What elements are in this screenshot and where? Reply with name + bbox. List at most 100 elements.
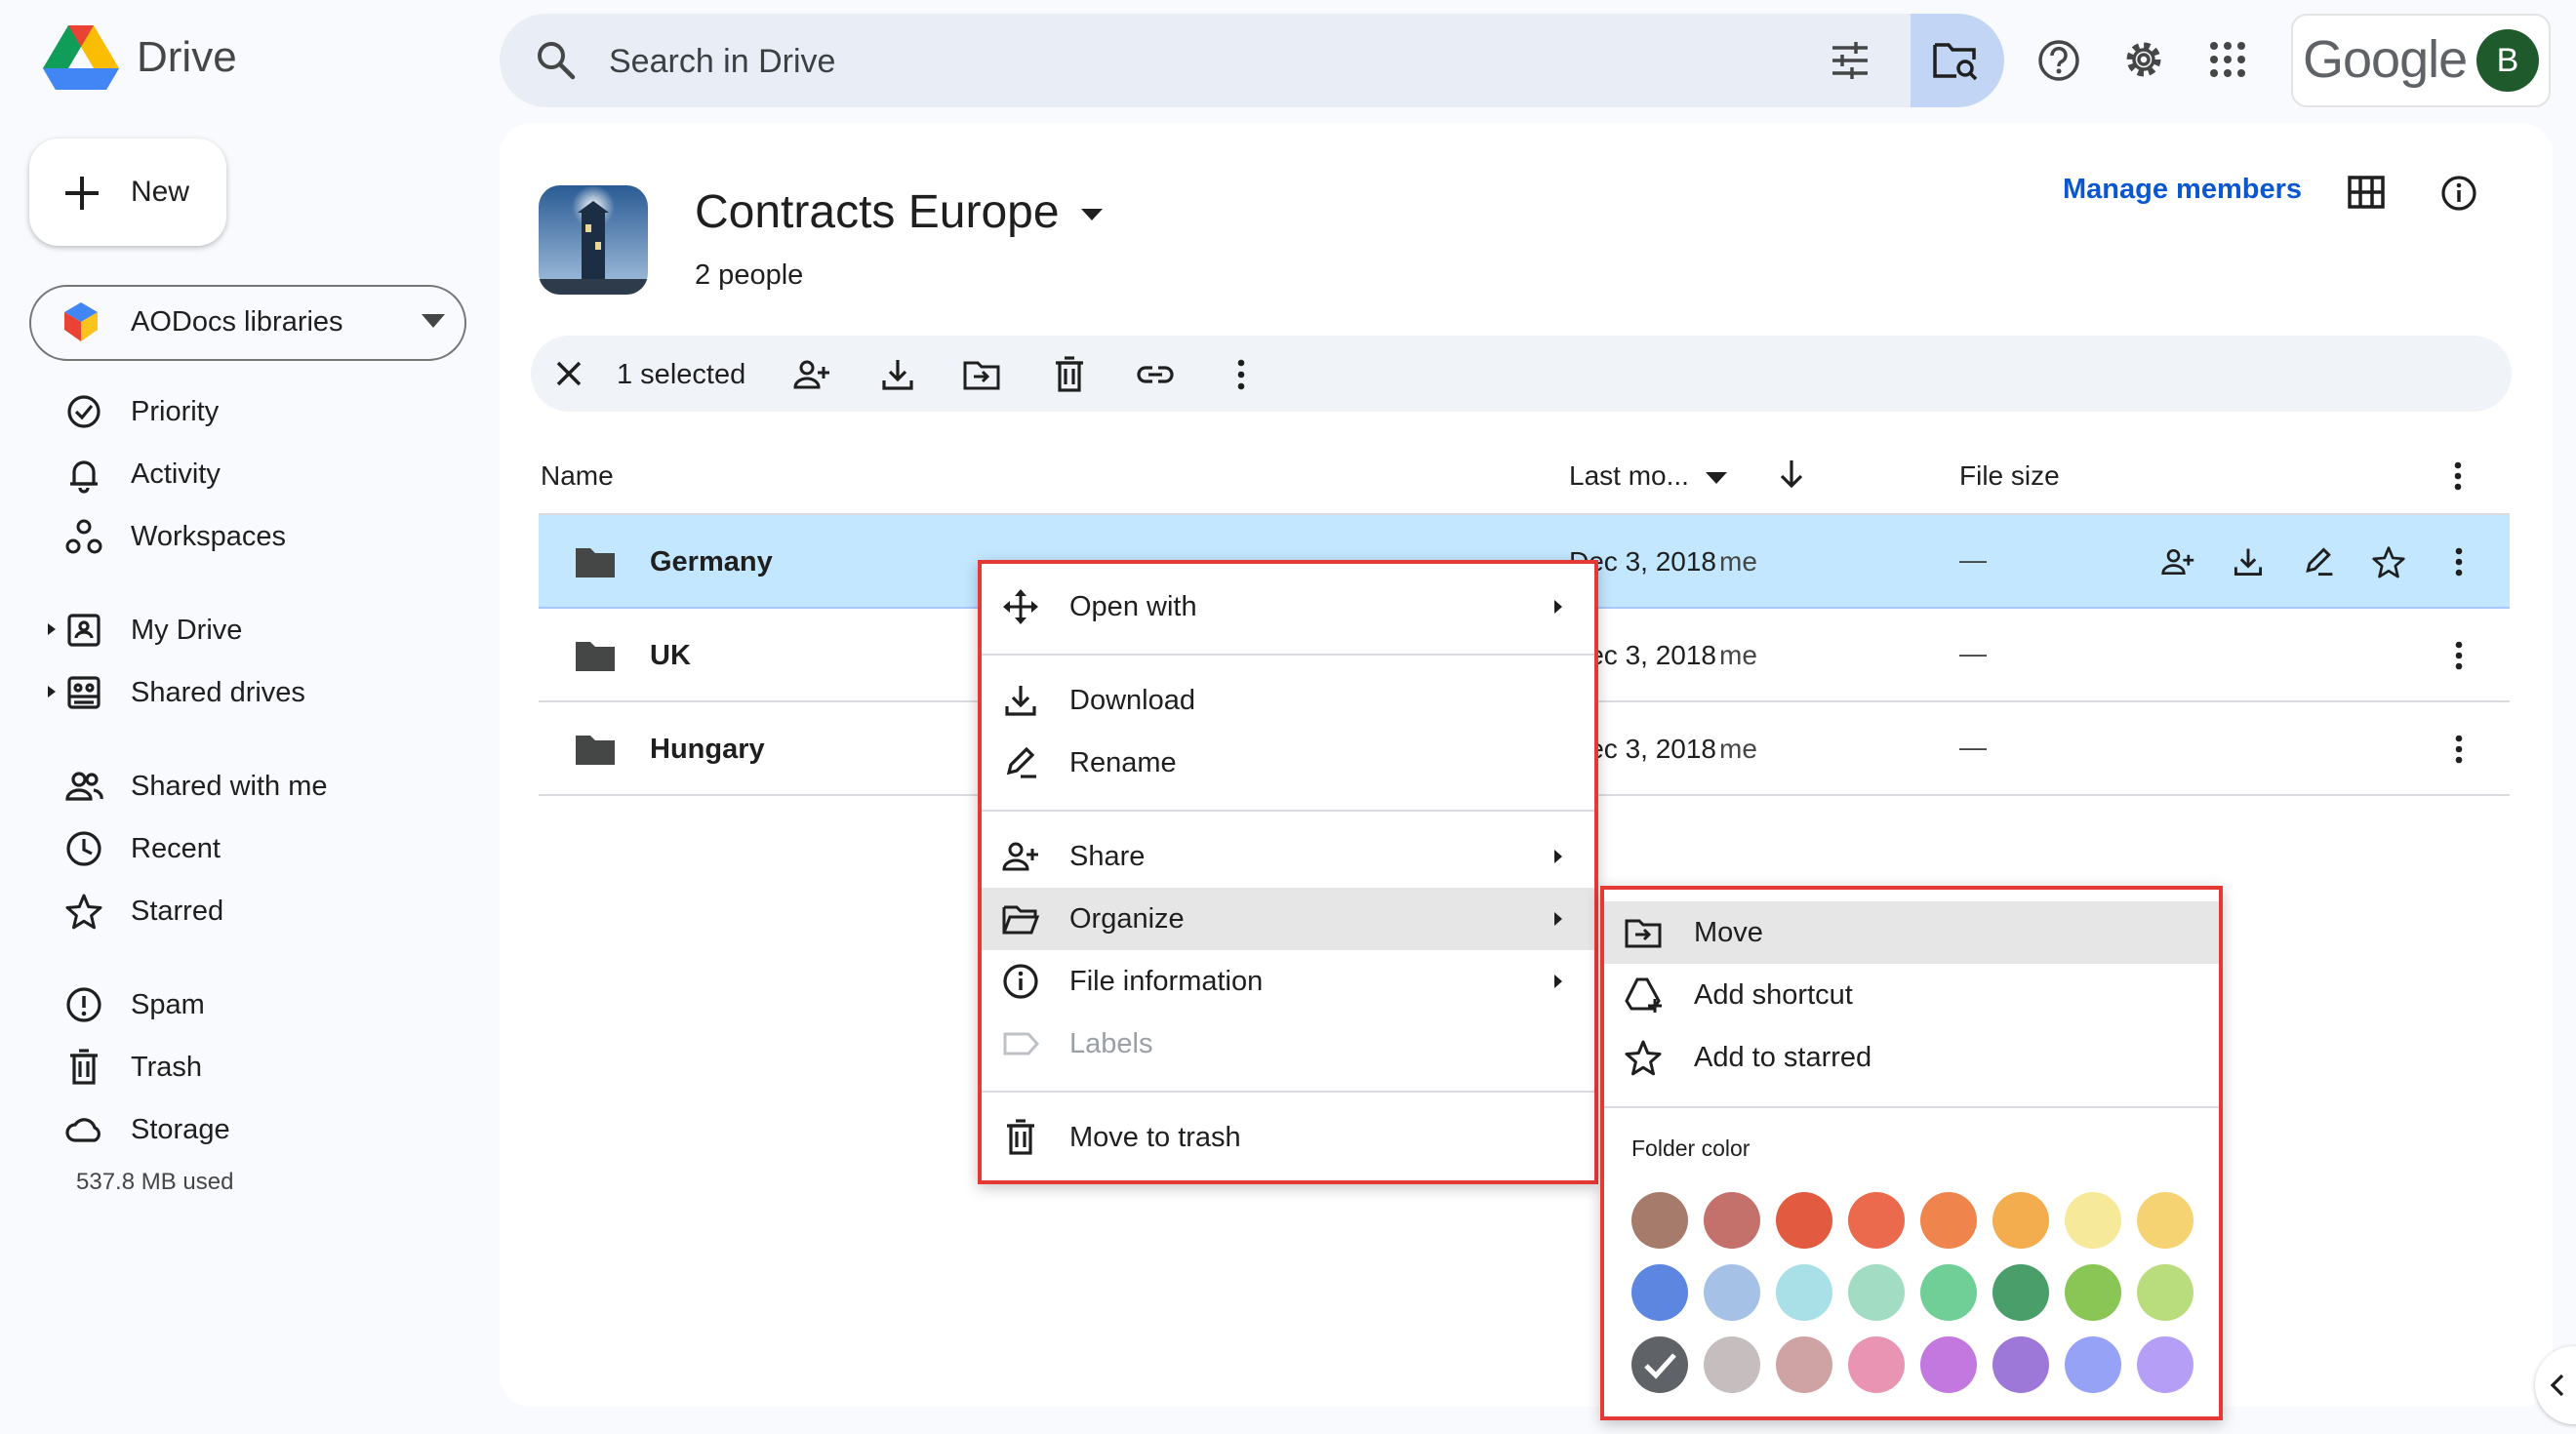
share-icon[interactable] [2160, 544, 2195, 579]
my-drive-icon [64, 611, 103, 650]
drive-logo-icon[interactable] [43, 23, 119, 92]
folder-color-label: Folder color [1631, 1135, 1751, 1161]
gear-icon[interactable] [2121, 37, 2166, 82]
folder-color-swatch[interactable] [1704, 1336, 1760, 1393]
folder-color-swatch[interactable] [2065, 1336, 2121, 1393]
close-icon[interactable] [552, 357, 585, 390]
column-header-name[interactable]: Name [541, 460, 614, 492]
add-shortcut-icon [1624, 976, 1663, 1015]
caret-down-icon[interactable] [1081, 209, 1103, 222]
sort-arrow-down-icon[interactable] [1774, 457, 1809, 492]
more-vert-icon[interactable] [2441, 732, 2476, 767]
row-name[interactable]: UK [650, 640, 691, 672]
sidebar-item-activity[interactable]: Activity [131, 458, 221, 491]
row-name[interactable]: Germany [650, 546, 773, 578]
sidebar-item-starred[interactable]: Starred [131, 896, 223, 928]
more-vert-icon[interactable] [2443, 458, 2473, 494]
menu-item-share[interactable]: Share [1069, 841, 1145, 873]
folder-color-swatch[interactable] [1992, 1192, 2049, 1249]
menu-item-add-shortcut[interactable]: Add shortcut [1694, 979, 1853, 1012]
help-icon[interactable] [2037, 39, 2080, 82]
page-title[interactable]: Contracts Europe [695, 185, 1060, 239]
rename-icon [1001, 743, 1040, 782]
folder-color-swatch[interactable] [1992, 1336, 2049, 1393]
sidebar-item-my-drive[interactable]: My Drive [131, 615, 242, 647]
more-vert-icon[interactable] [2441, 544, 2476, 579]
folder-color-swatch[interactable] [2137, 1264, 2194, 1321]
folder-color-swatch[interactable] [2137, 1336, 2194, 1393]
search-input[interactable]: Search in Drive [609, 43, 835, 81]
apps-grid-icon[interactable] [2209, 41, 2246, 78]
folder-color-swatch[interactable] [1704, 1264, 1760, 1321]
sidebar-item-priority[interactable]: Priority [131, 396, 219, 428]
rename-icon[interactable] [2301, 544, 2336, 579]
trash-icon[interactable] [1050, 355, 1089, 394]
sidebar-item-shared-with-me[interactable]: Shared with me [131, 771, 328, 803]
menu-item-rename[interactable]: Rename [1069, 747, 1177, 779]
move-icon [1624, 913, 1663, 952]
submenu-arrow-icon [1551, 847, 1565, 866]
share-icon[interactable] [792, 355, 831, 394]
row-name[interactable]: Hungary [650, 734, 765, 766]
sidebar-item-recent[interactable]: Recent [131, 833, 221, 865]
priority-icon [64, 392, 103, 431]
expand-caret-icon[interactable] [45, 683, 59, 700]
sidebar-item-workspaces[interactable]: Workspaces [131, 521, 286, 553]
menu-item-download[interactable]: Download [1069, 685, 1195, 717]
folder-color-swatch[interactable] [2065, 1192, 2121, 1249]
sidebar-item-spam[interactable]: Spam [131, 989, 205, 1021]
folder-color-swatch[interactable] [2065, 1264, 2121, 1321]
menu-item-open-with[interactable]: Open with [1069, 591, 1197, 623]
link-icon[interactable] [1136, 355, 1175, 394]
column-header-size[interactable]: File size [1959, 460, 2060, 492]
manage-members-link[interactable]: Manage members [2063, 174, 2302, 206]
menu-divider [982, 654, 1594, 656]
menu-item-organize[interactable]: Organize [1069, 903, 1185, 936]
more-vert-icon[interactable] [2441, 638, 2476, 673]
sidebar-item-shared-drives[interactable]: Shared drives [131, 677, 305, 709]
sidebar-item-trash[interactable]: Trash [131, 1052, 202, 1084]
folder-color-swatch[interactable] [1631, 1264, 1688, 1321]
download-icon [1001, 681, 1040, 720]
folder-color-swatch[interactable] [1848, 1192, 1905, 1249]
info-icon[interactable] [2439, 174, 2478, 213]
folder-color-swatch[interactable] [1776, 1192, 1832, 1249]
move-icon[interactable] [962, 355, 1001, 394]
menu-divider [982, 1091, 1594, 1093]
search-options-icon[interactable] [1829, 39, 1872, 82]
more-vert-icon[interactable] [1222, 355, 1261, 394]
download-icon[interactable] [878, 355, 917, 394]
menu-item-add-to-starred[interactable]: Add to starred [1694, 1042, 1872, 1074]
avatar[interactable]: B [2476, 29, 2539, 92]
column-header-modified[interactable]: Last mo... [1569, 460, 1689, 492]
member-count[interactable]: 2 people [695, 259, 803, 292]
folder-color-swatch[interactable] [1631, 1192, 1688, 1249]
folder-color-swatch[interactable] [1920, 1336, 1977, 1393]
new-button[interactable] [29, 139, 226, 246]
grid-view-icon[interactable] [2348, 176, 2385, 209]
folder-color-swatch[interactable] [1848, 1264, 1905, 1321]
folder-color-swatch[interactable] [1704, 1192, 1760, 1249]
sidebar-item-storage[interactable]: Storage [131, 1114, 230, 1146]
menu-item-move[interactable]: Move [1694, 917, 1763, 949]
folder-color-swatch[interactable] [2137, 1192, 2194, 1249]
menu-item-move-to-trash[interactable]: Move to trash [1069, 1122, 1241, 1154]
folder-color-swatch[interactable] [1776, 1336, 1832, 1393]
folder-color-swatch[interactable] [1776, 1264, 1832, 1321]
app-brand[interactable]: Drive [137, 33, 237, 82]
expand-caret-icon[interactable] [45, 620, 59, 638]
menu-item-file-information[interactable]: File information [1069, 966, 1263, 998]
folder-color-swatch[interactable] [1992, 1264, 2049, 1321]
people-icon [64, 767, 103, 806]
folder-color-swatch[interactable] [1920, 1192, 1977, 1249]
folder-color-swatch[interactable] [1631, 1336, 1688, 1393]
bell-icon [64, 455, 103, 494]
folder-color-swatch[interactable] [1920, 1264, 1977, 1321]
folder-color-swatch[interactable] [1848, 1336, 1905, 1393]
search-icon[interactable] [535, 39, 576, 80]
caret-down-icon[interactable] [1706, 472, 1727, 486]
star-icon[interactable] [2371, 544, 2406, 579]
row-owner: me [1719, 734, 1757, 764]
storage-used-text: 537.8 MB used [76, 1169, 234, 1195]
download-icon[interactable] [2231, 544, 2266, 579]
